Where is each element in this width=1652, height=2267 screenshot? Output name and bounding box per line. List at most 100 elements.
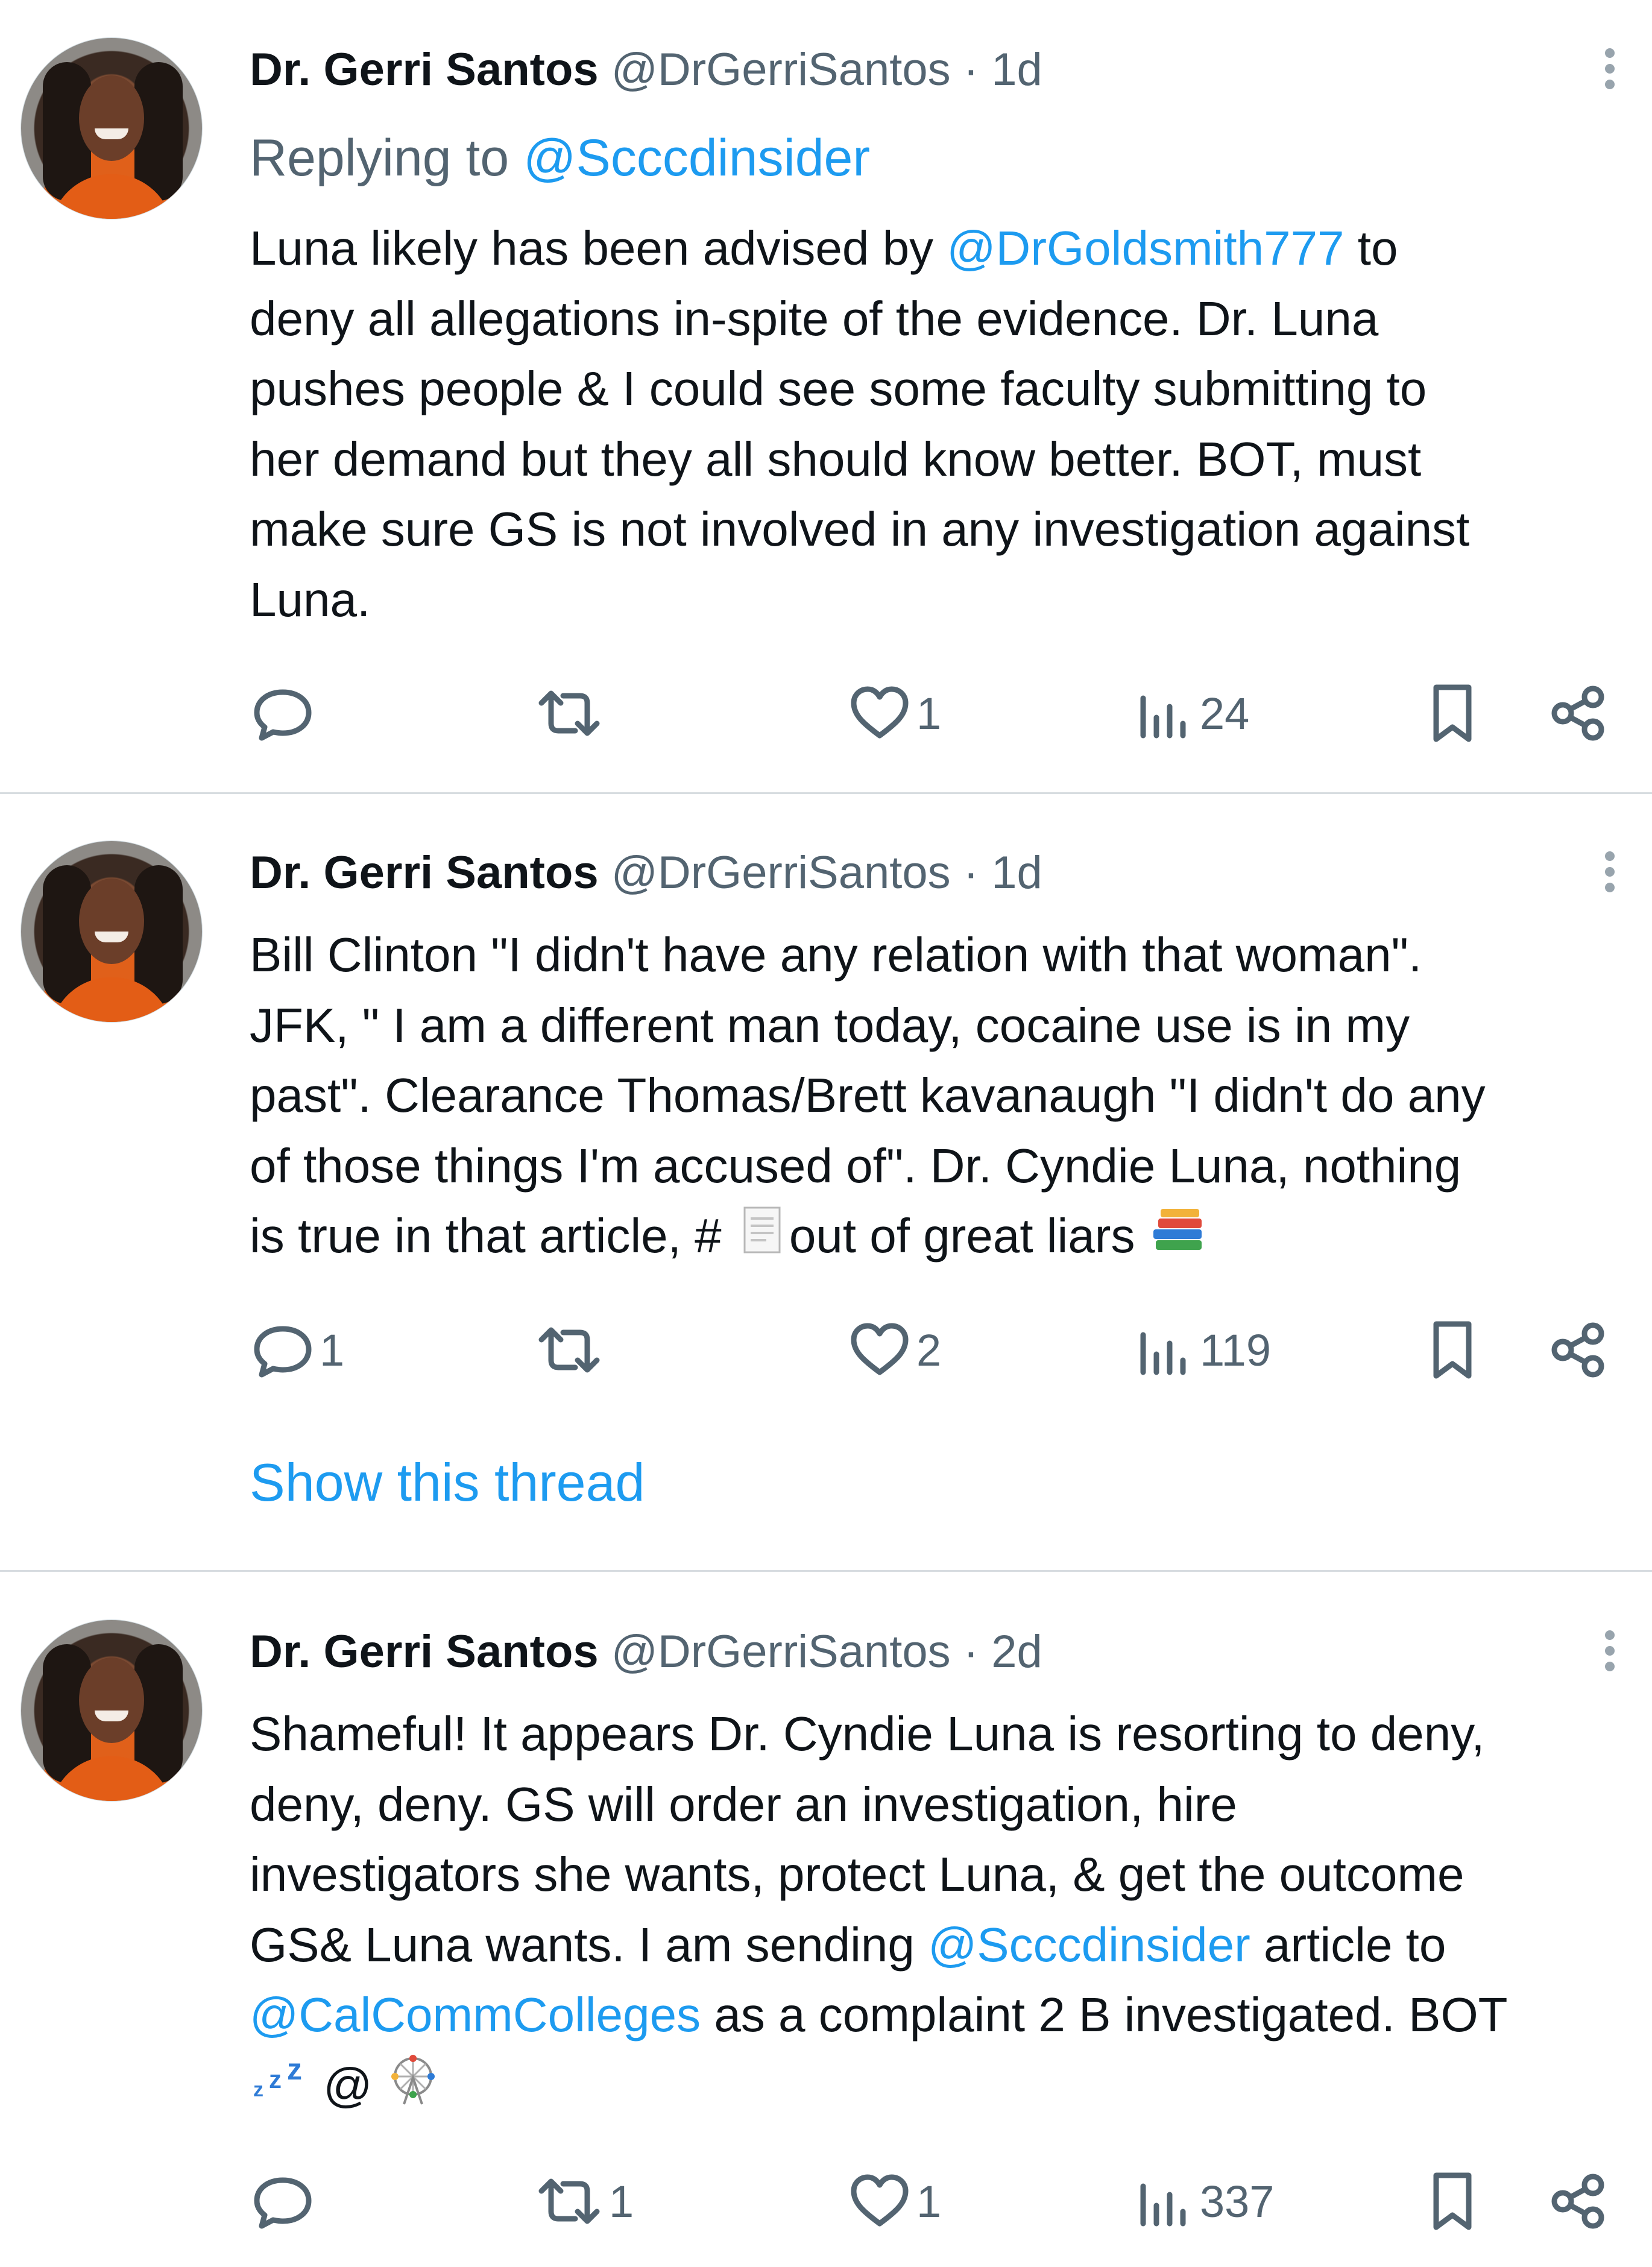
- text: Luna likely has been advised by: [250, 221, 947, 275]
- avatar[interactable]: [20, 37, 203, 219]
- like-count: 1: [916, 2176, 942, 2227]
- share-button[interactable]: [1546, 2168, 1612, 2234]
- handle[interactable]: @DrGerriSantos: [611, 44, 951, 95]
- divider: [0, 792, 1652, 794]
- heart-icon: [851, 686, 909, 739]
- reply-button[interactable]: [250, 680, 320, 746]
- divider: [0, 1570, 1652, 1572]
- share-icon: [1551, 2174, 1604, 2229]
- text: make sure GS is not involved in any inve…: [250, 502, 1470, 556]
- bookmark-button[interactable]: [1419, 1317, 1486, 1383]
- text: deny, deny. GS will order an investigati…: [250, 1777, 1237, 1831]
- reply-icon: [254, 2177, 312, 2229]
- reply-button[interactable]: [250, 2168, 320, 2234]
- text: to: [1344, 221, 1398, 275]
- more-vertical-icon[interactable]: [1598, 1625, 1622, 1692]
- avatar[interactable]: [20, 840, 203, 1023]
- books-emoji-icon: [1149, 1203, 1209, 1276]
- text: Luna.: [250, 572, 371, 626]
- views-count: 24: [1200, 688, 1250, 739]
- timestamp[interactable]: 2d: [991, 1626, 1042, 1677]
- handle[interactable]: @DrGerriSantos: [611, 847, 951, 898]
- ferris-wheel-emoji-icon: [386, 2052, 440, 2126]
- share-icon: [1551, 686, 1604, 741]
- zzz-emoji-icon: zzz: [250, 2052, 310, 2124]
- show-thread-link[interactable]: Show this thread: [250, 1449, 645, 1516]
- tweet-header: Dr. Gerri Santos @DrGerriSantos · 2d: [250, 1622, 1042, 1682]
- heart-icon: [851, 1323, 909, 1375]
- text: is true in that article, #: [250, 1209, 735, 1263]
- retweet-button[interactable]: [533, 680, 609, 746]
- tweet-text: Bill Clinton "I didn't have any relation…: [250, 920, 1630, 1272]
- like-count: 2: [916, 1325, 942, 1375]
- avatar[interactable]: [20, 1619, 203, 1802]
- handle[interactable]: @DrGerriSantos: [611, 1626, 951, 1677]
- tweet-text: Luna likely has been advised by @DrGolds…: [250, 213, 1630, 635]
- retweet-button[interactable]: 1: [533, 2168, 634, 2234]
- tweet-header: Dr. Gerri Santos @DrGerriSantos · 1d: [250, 843, 1042, 903]
- display-name[interactable]: Dr. Gerri Santos: [250, 44, 599, 95]
- text: Shameful! It appears Dr. Cyndie Luna is …: [250, 1707, 1485, 1761]
- text: investigators she wants, protect Luna, &…: [250, 1847, 1464, 1901]
- heart-icon: [851, 2174, 909, 2227]
- bookmark-icon: [1433, 684, 1472, 742]
- more-vertical-icon[interactable]: [1598, 847, 1622, 913]
- views-icon: [1140, 1332, 1186, 1375]
- text: deny all allegations in-spite of the evi…: [250, 291, 1379, 345]
- mention-link[interactable]: @CalCommColleges: [250, 1988, 701, 2042]
- reply-count: 1: [320, 1325, 345, 1375]
- like-button[interactable]: 1: [846, 2168, 941, 2234]
- text: Bill Clinton "I didn't have any relation…: [250, 928, 1422, 982]
- more-vertical-icon[interactable]: [1598, 43, 1622, 110]
- action-bar: 1 1 337: [250, 2168, 1636, 2234]
- text: as a complaint 2 B investigated. BOT: [701, 1988, 1508, 2042]
- action-bar: 1 24: [250, 680, 1636, 746]
- svg-text:z: z: [253, 2078, 263, 2101]
- like-button[interactable]: 1: [846, 680, 941, 746]
- separator: ·: [963, 44, 979, 95]
- retweet-icon: [538, 1327, 600, 1373]
- mention-link[interactable]: @Scccdinsider: [928, 1918, 1250, 1972]
- timestamp[interactable]: 1d: [991, 847, 1042, 898]
- separator: ·: [963, 847, 979, 898]
- mention-link[interactable]: @DrGoldsmith777: [947, 221, 1344, 275]
- retweet-button[interactable]: [533, 1317, 609, 1383]
- retweet-count: 1: [609, 2176, 634, 2227]
- share-button[interactable]: [1546, 680, 1612, 746]
- share-icon: [1551, 1322, 1604, 1378]
- replying-to: Replying to @Scccdinsider: [250, 128, 870, 188]
- replying-prefix: Replying to: [250, 129, 509, 187]
- page-emoji-icon: [735, 1203, 789, 1276]
- timestamp[interactable]: 1d: [991, 44, 1042, 95]
- text: her demand but they all should know bett…: [250, 432, 1422, 486]
- display-name[interactable]: Dr. Gerri Santos: [250, 1626, 599, 1677]
- svg-text:z: z: [269, 2065, 282, 2093]
- text: article to: [1250, 1917, 1446, 1972]
- svg-text:z: z: [287, 2057, 302, 2086]
- share-button[interactable]: [1546, 1317, 1612, 1383]
- tweet-text: Shameful! It appears Dr. Cyndie Luna is …: [250, 1699, 1630, 2120]
- views-icon: [1140, 2183, 1186, 2227]
- text: GS& Luna wants. I am sending: [250, 1917, 928, 1972]
- text: pushes people & I could see some faculty…: [250, 362, 1427, 415]
- bookmark-icon: [1433, 1321, 1472, 1379]
- reply-icon: [254, 689, 312, 741]
- views-button[interactable]: 119: [1130, 1317, 1271, 1383]
- mention-link[interactable]: @Scccdinsider: [523, 129, 870, 187]
- views-button[interactable]: 24: [1130, 680, 1249, 746]
- separator: ·: [963, 1626, 979, 1677]
- like-button[interactable]: 2: [846, 1317, 941, 1383]
- bookmark-icon: [1433, 2172, 1472, 2230]
- tweet-header: Dr. Gerri Santos @DrGerriSantos · 1d: [250, 40, 1042, 100]
- text: of those things I'm accused of". Dr. Cyn…: [250, 1138, 1461, 1193]
- retweet-icon: [538, 2178, 600, 2224]
- text: @: [310, 2058, 386, 2112]
- display-name[interactable]: Dr. Gerri Santos: [250, 847, 599, 898]
- bookmark-button[interactable]: [1419, 2168, 1486, 2234]
- bookmark-button[interactable]: [1419, 680, 1486, 746]
- reply-icon: [254, 1326, 312, 1378]
- reply-button[interactable]: 1: [250, 1317, 344, 1383]
- action-bar: 1 2 119: [250, 1317, 1636, 1383]
- text: out of great liars: [789, 1209, 1149, 1263]
- views-button[interactable]: 337: [1130, 2168, 1274, 2234]
